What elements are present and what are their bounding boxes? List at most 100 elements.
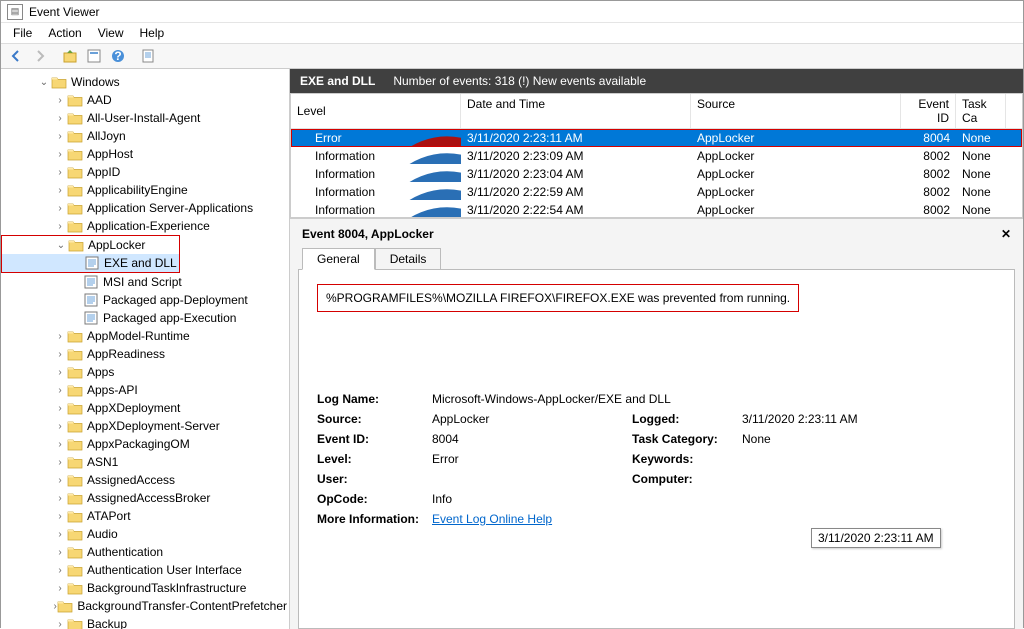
tree-node-appxdeployment[interactable]: › AppXDeployment bbox=[1, 399, 289, 417]
tree-node-exe-and-dll[interactable]: EXE and DLL bbox=[2, 254, 179, 272]
title-bar: ▤ Event Viewer bbox=[1, 1, 1023, 23]
tree-node-applocker[interactable]: ⌄ AppLocker bbox=[2, 236, 179, 254]
tree-node-backup[interactable]: › Backup bbox=[1, 615, 289, 629]
expand-icon[interactable]: › bbox=[53, 185, 67, 196]
back-button[interactable] bbox=[5, 45, 27, 67]
expand-icon[interactable]: › bbox=[53, 529, 67, 540]
expand-icon[interactable]: › bbox=[53, 331, 67, 342]
app-icon: ▤ bbox=[7, 4, 23, 20]
folder-icon bbox=[67, 401, 83, 415]
tab-details[interactable]: Details bbox=[375, 248, 442, 270]
expand-icon[interactable]: › bbox=[53, 583, 67, 594]
event-properties: Log Name: Microsoft-Windows-AppLocker/EX… bbox=[317, 392, 996, 526]
refresh-button[interactable] bbox=[137, 45, 159, 67]
tree-node-windows[interactable]: ⌄ Windows bbox=[1, 73, 289, 91]
folder-icon bbox=[57, 599, 73, 613]
tree-node-appmodel-runtime[interactable]: › AppModel-Runtime bbox=[1, 327, 289, 345]
up-button[interactable] bbox=[59, 45, 81, 67]
expand-icon[interactable]: › bbox=[53, 457, 67, 468]
detail-title: Event 8004, AppLocker bbox=[302, 227, 434, 241]
tree-node-assignedaccessbroker[interactable]: › AssignedAccessBroker bbox=[1, 489, 289, 507]
col-source[interactable]: Source bbox=[691, 94, 901, 128]
expand-icon[interactable]: › bbox=[53, 95, 67, 106]
prop-eid-v: 8004 bbox=[432, 432, 632, 446]
tree-node-assignedaccess[interactable]: › AssignedAccess bbox=[1, 471, 289, 489]
expand-icon[interactable]: › bbox=[53, 385, 67, 396]
event-log-online-help-link[interactable]: Event Log Online Help bbox=[432, 512, 922, 526]
collapse-icon[interactable]: ⌄ bbox=[54, 240, 68, 251]
tree-node-ataport[interactable]: › ATAPort bbox=[1, 507, 289, 525]
expand-icon[interactable]: › bbox=[53, 149, 67, 160]
expand-icon[interactable]: › bbox=[53, 421, 67, 432]
expand-icon[interactable]: › bbox=[53, 619, 67, 629]
expand-icon[interactable]: › bbox=[53, 203, 67, 214]
tree-node-authentication[interactable]: › Authentication bbox=[1, 543, 289, 561]
col-date[interactable]: Date and Time bbox=[461, 94, 691, 128]
tree-node-aad[interactable]: › AAD bbox=[1, 91, 289, 109]
expand-icon[interactable]: › bbox=[53, 113, 67, 124]
expand-icon[interactable]: › bbox=[53, 403, 67, 414]
tree-node-alljoyn[interactable]: › AllJoyn bbox=[1, 127, 289, 145]
tree-node-apphost[interactable]: › AppHost bbox=[1, 145, 289, 163]
properties-button[interactable] bbox=[83, 45, 105, 67]
event-row[interactable]: Information 3/11/2020 2:22:54 AM AppLock… bbox=[291, 201, 1022, 217]
prop-user-k: User: bbox=[317, 472, 432, 486]
log-icon bbox=[83, 311, 99, 325]
col-eventid[interactable]: Event ID bbox=[901, 94, 956, 128]
close-button[interactable]: ✕ bbox=[1001, 227, 1011, 241]
expand-icon[interactable]: › bbox=[53, 349, 67, 360]
tree-node-applicabilityengine[interactable]: › ApplicabilityEngine bbox=[1, 181, 289, 199]
info-icon bbox=[297, 149, 311, 163]
tree-node-application-server-applications[interactable]: › Application Server-Applications bbox=[1, 199, 289, 217]
expand-icon[interactable]: › bbox=[53, 565, 67, 576]
forward-button[interactable] bbox=[29, 45, 51, 67]
tree-node-application-experience[interactable]: › Application-Experience bbox=[1, 217, 289, 235]
tree-node-appreadiness[interactable]: › AppReadiness bbox=[1, 345, 289, 363]
tree-node-backgroundtransfer-contentprefetcher[interactable]: › BackgroundTransfer-ContentPrefetcher bbox=[1, 597, 289, 615]
tree-node-appxpackagingom[interactable]: › AppxPackagingOM bbox=[1, 435, 289, 453]
col-category[interactable]: Task Ca bbox=[956, 94, 1006, 128]
event-count: Number of events: 318 (!) New events ava… bbox=[393, 74, 646, 88]
expand-icon[interactable]: › bbox=[53, 167, 67, 178]
grid-header[interactable]: Level Date and Time Source Event ID Task… bbox=[291, 94, 1022, 129]
help-button[interactable]: ? bbox=[107, 45, 129, 67]
navigation-tree[interactable]: ⌄ Windows › AAD › All-User-Install-Agent… bbox=[1, 69, 290, 629]
tree-node-packaged-app-execution[interactable]: Packaged app-Execution bbox=[1, 309, 289, 327]
event-row[interactable]: Information 3/11/2020 2:23:09 AM AppLock… bbox=[291, 147, 1022, 165]
prop-logged-v: 3/11/2020 2:23:11 AM bbox=[742, 412, 922, 426]
expand-icon[interactable]: › bbox=[53, 511, 67, 522]
event-grid[interactable]: Level Date and Time Source Event ID Task… bbox=[290, 93, 1023, 218]
tree-node-authentication-user-interface[interactable]: › Authentication User Interface bbox=[1, 561, 289, 579]
menu-help[interactable]: Help bbox=[132, 24, 173, 42]
collapse-icon[interactable]: ⌄ bbox=[37, 77, 51, 88]
tab-general[interactable]: General bbox=[302, 248, 375, 270]
tree-node-apps[interactable]: › Apps bbox=[1, 363, 289, 381]
menu-action[interactable]: Action bbox=[40, 24, 89, 42]
tree-node-audio[interactable]: › Audio bbox=[1, 525, 289, 543]
tree-node-apps-api[interactable]: › Apps-API bbox=[1, 381, 289, 399]
tree-node-all-user-install-agent[interactable]: › All-User-Install-Agent bbox=[1, 109, 289, 127]
menu-view[interactable]: View bbox=[90, 24, 132, 42]
tree-node-backgroundtaskinfrastructure[interactable]: › BackgroundTaskInfrastructure bbox=[1, 579, 289, 597]
tree-node-asn1[interactable]: › ASN1 bbox=[1, 453, 289, 471]
expand-icon[interactable]: › bbox=[53, 475, 67, 486]
tree-node-packaged-app-deployment[interactable]: Packaged app-Deployment bbox=[1, 291, 289, 309]
event-row[interactable]: Information 3/11/2020 2:23:04 AM AppLock… bbox=[291, 165, 1022, 183]
tree-node-appxdeployment-server[interactable]: › AppXDeployment-Server bbox=[1, 417, 289, 435]
folder-icon bbox=[67, 347, 83, 361]
folder-icon bbox=[67, 147, 83, 161]
expand-icon[interactable]: › bbox=[53, 493, 67, 504]
folder-icon bbox=[67, 111, 83, 125]
menu-bar: File Action View Help bbox=[1, 23, 1023, 43]
tree-node-appid[interactable]: › AppID bbox=[1, 163, 289, 181]
expand-icon[interactable]: › bbox=[53, 367, 67, 378]
expand-icon[interactable]: › bbox=[53, 131, 67, 142]
event-row[interactable]: Information 3/11/2020 2:22:59 AM AppLock… bbox=[291, 183, 1022, 201]
tree-node-msi-and-script[interactable]: MSI and Script bbox=[1, 273, 289, 291]
event-row[interactable]: Error 3/11/2020 2:23:11 AM AppLocker 800… bbox=[291, 129, 1022, 147]
expand-icon[interactable]: › bbox=[53, 221, 67, 232]
expand-icon[interactable]: › bbox=[53, 547, 67, 558]
col-level[interactable]: Level bbox=[291, 94, 461, 128]
menu-file[interactable]: File bbox=[5, 24, 40, 42]
expand-icon[interactable]: › bbox=[53, 439, 67, 450]
